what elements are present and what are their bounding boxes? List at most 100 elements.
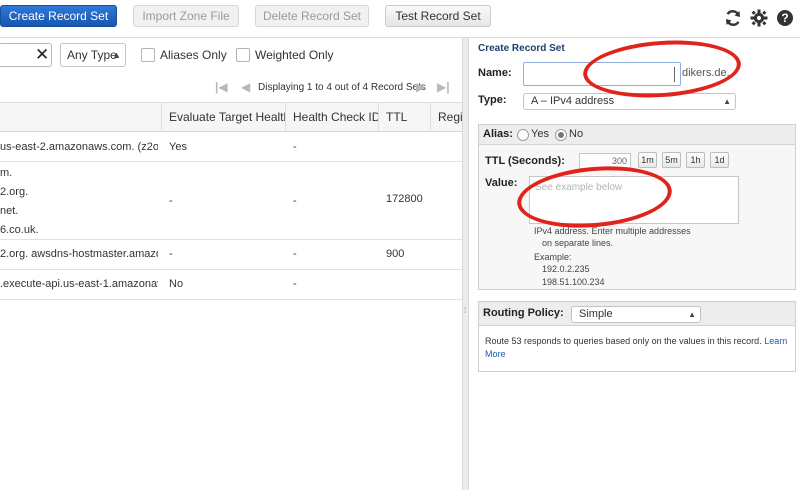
create-record-set-button[interactable]: Create Record Set: [0, 5, 117, 27]
value-placeholder: See example below: [535, 182, 623, 193]
health-check-value: -: [293, 248, 297, 260]
next-page-icon[interactable]: ▶: [416, 80, 425, 94]
column-header-ttl[interactable]: TTL: [379, 103, 431, 132]
record-type-select-value: Any Type: [67, 48, 117, 62]
panel-splitter[interactable]: ⁞: [462, 38, 469, 490]
select-arrows-icon: ▲: [723, 97, 731, 106]
ttl-value: 172800: [386, 193, 423, 205]
value-label: Value:: [485, 177, 518, 189]
cell-evaluate: -: [169, 192, 173, 211]
delete-record-set-button[interactable]: Delete Record Set: [255, 5, 369, 27]
search-input[interactable]: ✕: [0, 43, 52, 67]
help-text: on separate lines.: [542, 238, 614, 248]
cell-evaluate: Yes: [169, 138, 187, 157]
ttl-input[interactable]: 300: [579, 153, 631, 169]
ttl-label: TTL (Seconds):: [485, 155, 565, 167]
help-text: IPv4 address. Enter multiple addresses: [534, 226, 691, 236]
value-line: us-east-2.amazonaws.com. (z2o1: [0, 141, 158, 153]
top-toolbar: Create Record Set Import Zone File Delet…: [0, 0, 800, 38]
type-select-value: A – IPv4 address: [531, 95, 615, 107]
routing-header: Routing Policy: Simple ▲: [479, 302, 795, 326]
alias-yes-label: Yes: [531, 128, 549, 140]
value-textarea[interactable]: See example below: [529, 176, 739, 224]
alias-yes-radio[interactable]: [517, 129, 529, 141]
type-select[interactable]: A – IPv4 address ▲: [523, 93, 736, 110]
column-header-region[interactable]: Regi: [431, 103, 462, 132]
table-row[interactable]: us-east-2.amazonaws.com. (z2o1 Yes -: [0, 132, 462, 162]
table-row[interactable]: .execute-api.us-east-1.amazonav No -: [0, 270, 462, 300]
gear-icon[interactable]: [749, 9, 769, 29]
ttl-value: 900: [386, 248, 405, 260]
test-record-set-button[interactable]: Test Record Set: [385, 5, 491, 27]
text-cursor: [674, 67, 675, 82]
type-label: Type:: [478, 94, 507, 106]
cell-value: .execute-api.us-east-1.amazonav: [0, 275, 158, 294]
alias-no-label: No: [569, 128, 584, 140]
name-input[interactable]: [523, 62, 681, 86]
cell-evaluate: -: [169, 245, 173, 264]
routing-policy-select[interactable]: Simple ▲: [571, 306, 701, 323]
table-row[interactable]: 2.org. awsdns-hostmaster.amazo - - 900: [0, 240, 462, 270]
cell-value: 2.org. awsdns-hostmaster.amazo: [0, 245, 158, 264]
cell-health-check: -: [293, 192, 297, 211]
alias-section: Alias: Yes No TTL (Seconds): 300 1m 5m 1…: [478, 124, 796, 290]
evaluate-value: No: [169, 278, 184, 290]
routing-policy-section: Routing Policy: Simple ▲ Route 53 respon…: [478, 301, 796, 372]
evaluate-value: Yes: [169, 141, 187, 153]
health-check-value: -: [293, 141, 297, 153]
prev-page-icon[interactable]: ◀: [241, 80, 250, 94]
record-sets-panel: ✕ Any Type ▲ Aliases Only Weighted Only …: [0, 38, 462, 490]
routing-description: Route 53 responds to queries based only …: [485, 335, 791, 361]
cell-health-check: -: [293, 275, 297, 294]
evaluate-value: -: [169, 195, 173, 207]
help-text: Example:: [534, 252, 572, 262]
cell-value: us-east-2.amazonaws.com. (z2o1: [0, 138, 158, 157]
cell-health-check: -: [293, 245, 297, 264]
alias-no-radio[interactable]: [555, 129, 567, 141]
weighted-only-checkbox[interactable]: [236, 48, 250, 62]
ttl-1m-button[interactable]: 1m: [638, 152, 657, 168]
table-header: Evaluate Target Health Health Check ID T…: [0, 102, 462, 132]
value-line: m.: [0, 167, 13, 179]
cell-ttl: 172800: [386, 190, 423, 209]
create-record-set-panel: Create Record Set Name: dikers.de. Type:…: [469, 38, 800, 490]
aliases-only-checkbox[interactable]: [141, 48, 155, 62]
cell-ttl: 900: [386, 245, 404, 264]
cell-evaluate: No: [169, 275, 183, 294]
alias-header: Alias: Yes No: [479, 125, 795, 145]
refresh-icon[interactable]: [723, 9, 743, 29]
clear-search-icon[interactable]: ✕: [35, 46, 49, 63]
health-check-value: -: [293, 195, 297, 207]
splitter-grip-icon[interactable]: ⁞: [464, 306, 466, 315]
help-icon[interactable]: ?: [775, 9, 795, 29]
first-page-icon[interactable]: |◀: [215, 80, 228, 94]
health-check-value: -: [293, 278, 297, 290]
value-line: net.: [0, 205, 19, 217]
panel-title: Create Record Set: [478, 43, 565, 54]
routing-policy-value: Simple: [579, 308, 613, 320]
evaluate-value: -: [169, 248, 173, 260]
value-line: .execute-api.us-east-1.amazonav: [0, 278, 158, 290]
import-zone-file-button[interactable]: Import Zone File: [133, 5, 239, 27]
routing-policy-label: Routing Policy:: [483, 307, 564, 319]
column-header-evaluate-target-health[interactable]: Evaluate Target Health: [162, 103, 286, 132]
ttl-1h-button[interactable]: 1h: [686, 152, 705, 168]
domain-suffix: dikers.de.: [682, 67, 730, 79]
aliases-only-label: Aliases Only: [160, 48, 227, 62]
value-line: 6.co.uk.: [0, 224, 39, 236]
table-row[interactable]: m. 2.org. net. 6.co.uk. - - 172800: [0, 162, 462, 240]
svg-text:?: ?: [781, 11, 788, 25]
column-header-health-check-id[interactable]: Health Check ID: [286, 103, 379, 132]
ttl-5m-button[interactable]: 5m: [662, 152, 681, 168]
record-type-select[interactable]: Any Type ▲: [60, 43, 126, 67]
value-line: 2.org.: [0, 186, 29, 198]
select-arrows-icon: ▲: [112, 50, 121, 60]
last-page-icon[interactable]: ▶|: [437, 80, 450, 94]
cell-value: m. 2.org. net. 6.co.uk.: [0, 164, 158, 240]
column-header-value[interactable]: [0, 103, 162, 132]
cell-health-check: -: [293, 138, 297, 157]
select-arrows-icon: ▲: [688, 310, 696, 319]
value-line: 2.org. awsdns-hostmaster.amazo: [0, 248, 158, 260]
pager-text: Displaying 1 to 4 out of 4 Record Sets: [258, 82, 426, 93]
ttl-1d-button[interactable]: 1d: [710, 152, 729, 168]
